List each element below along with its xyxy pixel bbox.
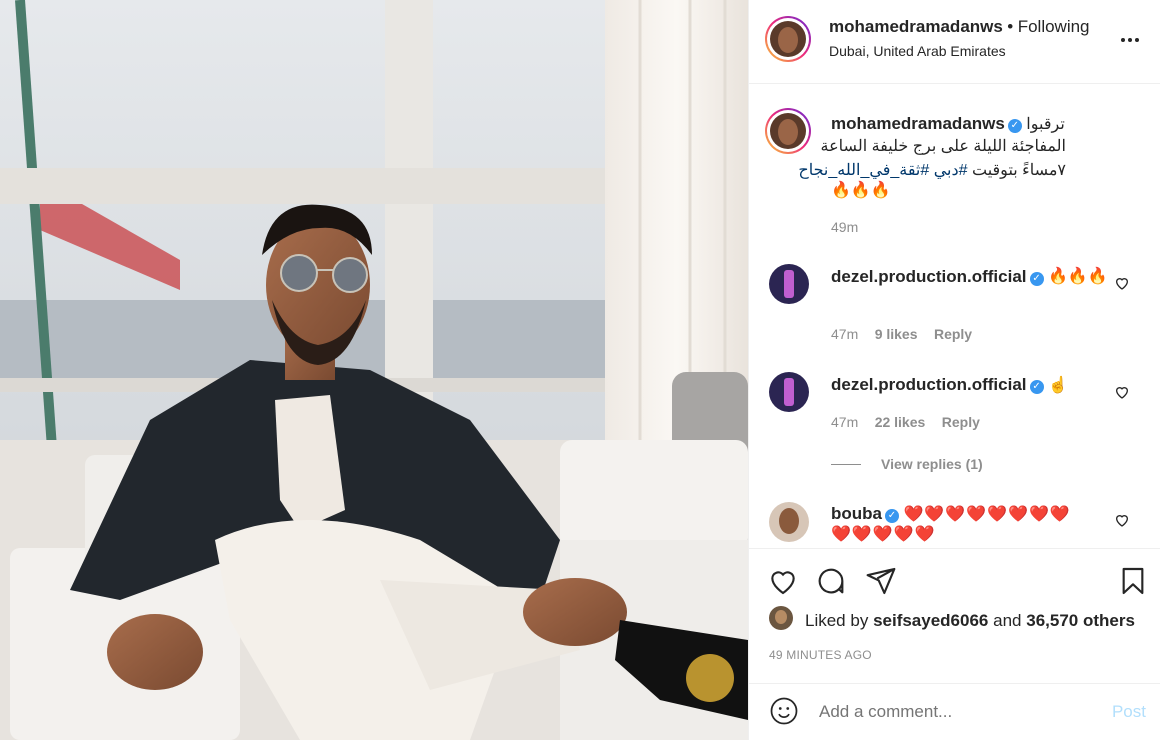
- liker-username[interactable]: seifsayed6066: [873, 611, 988, 630]
- add-comment-bar: Post: [749, 683, 1160, 741]
- paper-plane-icon[interactable]: [865, 565, 897, 597]
- author-avatar[interactable]: [765, 16, 811, 62]
- bookmark-icon[interactable]: [1117, 565, 1149, 597]
- author-username[interactable]: mohamedramadanws: [829, 17, 1003, 36]
- comment-like-heart-icon[interactable]: [1114, 512, 1130, 528]
- verified-badge-icon: ✓: [1029, 272, 1044, 286]
- more-horizontal-icon[interactable]: [1118, 28, 1142, 52]
- comment-like-heart-icon[interactable]: [1114, 275, 1130, 291]
- reply-button[interactable]: Reply: [942, 414, 980, 430]
- following-button[interactable]: Following: [1018, 17, 1090, 36]
- post-header: mohamedramadanws • Following Dubai, Unit…: [749, 0, 1160, 84]
- post-actions: Liked by seifsayed6066 and 36,570 others…: [749, 548, 1160, 662]
- comment-likes[interactable]: 22 likes: [875, 414, 926, 430]
- comment-input[interactable]: [817, 698, 1091, 726]
- post-timestamp[interactable]: 49 MINUTES AGO: [769, 648, 872, 662]
- view-replies-button[interactable]: View replies (1): [881, 456, 983, 472]
- heart-icon[interactable]: [767, 565, 799, 597]
- comment-time[interactable]: 47m: [831, 414, 858, 430]
- comment-meta: 47m 22 likes Reply: [831, 414, 980, 432]
- header-separator: •: [1007, 17, 1014, 36]
- post-photo[interactable]: [0, 0, 748, 740]
- verified-badge-icon: ✓: [1007, 119, 1022, 133]
- comment-username[interactable]: dezel.production.official: [831, 267, 1027, 286]
- reply-button[interactable]: Reply: [934, 326, 972, 342]
- comment-like-heart-icon[interactable]: [1114, 384, 1130, 400]
- verified-badge-icon: ✓: [885, 509, 899, 523]
- hashtag-dubai[interactable]: #دبي: [934, 162, 968, 179]
- comments-scroll[interactable]: mohamedramadanws ✓ ترقبوا المفاجئة الليلة…: [749, 84, 1160, 548]
- post-location[interactable]: Dubai, United Arab Emirates: [829, 43, 1006, 59]
- caption-text-line3-body: ٧مساءً بتوقيت: [971, 162, 1066, 179]
- comment-text: ☝️: [1047, 377, 1068, 394]
- comment-username[interactable]: bouba: [831, 504, 882, 523]
- caption-emojis: 🔥🔥🔥: [831, 182, 891, 199]
- comment-avatar[interactable]: [769, 264, 809, 304]
- comment-line: dezel.production.official ✓ 🔥🔥🔥: [831, 267, 1108, 289]
- hashtag-trust[interactable]: #ثقة_في_الله_نجاح: [798, 162, 929, 179]
- post-comment-button[interactable]: Post: [1112, 702, 1146, 722]
- post-side-panel: mohamedramadanws • Following Dubai, Unit…: [748, 0, 1160, 740]
- caption-text-line1: ترقبوا: [1026, 116, 1065, 133]
- comment-username[interactable]: dezel.production.official: [831, 375, 1027, 394]
- caption-username[interactable]: mohamedramadanws: [831, 114, 1005, 133]
- comment-line: dezel.production.official ✓ ☝️: [831, 375, 1068, 395]
- post-photo-illustration: [0, 0, 748, 740]
- caption-first-line: mohamedramadanws ✓ ترقبوا: [831, 114, 1131, 134]
- comment-avatar[interactable]: [769, 502, 809, 542]
- comment-meta: 47m 9 likes Reply: [831, 326, 972, 344]
- liked-by-line: Liked by seifsayed6066 and 36,570 others: [805, 611, 1135, 631]
- instagram-post-modal: mohamedramadanws • Following Dubai, Unit…: [0, 0, 1160, 740]
- comment-time[interactable]: 47m: [831, 326, 858, 342]
- liked-by-and: and: [993, 611, 1022, 630]
- likes-others-button[interactable]: 36,570 others: [1026, 611, 1135, 630]
- caption-time[interactable]: 49m: [831, 219, 858, 235]
- liked-by-prefix: Liked by: [805, 611, 869, 630]
- comment-text: 🔥🔥🔥: [1047, 268, 1108, 285]
- caption-text-line2: المفاجئة الليلة على برج خليفة الساعة: [820, 138, 1066, 155]
- comment-icon[interactable]: [815, 565, 847, 597]
- verified-badge-icon: ✓: [1029, 380, 1044, 394]
- smiley-icon[interactable]: [769, 696, 799, 726]
- author-line: mohamedramadanws • Following: [829, 17, 1090, 37]
- view-replies-line: [831, 464, 861, 465]
- comment-line: bouba ✓ ❤️❤️❤️❤️❤️❤️❤️❤️❤️❤️❤️❤️❤️: [831, 504, 1091, 544]
- caption-text-line3: ٧مساءً بتوقيت #دبي #ثقة_في_الله_نجاح: [798, 160, 1066, 180]
- caption-avatar[interactable]: [765, 108, 811, 154]
- comment-avatar[interactable]: [769, 372, 809, 412]
- liker-avatar[interactable]: [769, 606, 793, 630]
- comment-likes[interactable]: 9 likes: [875, 326, 918, 342]
